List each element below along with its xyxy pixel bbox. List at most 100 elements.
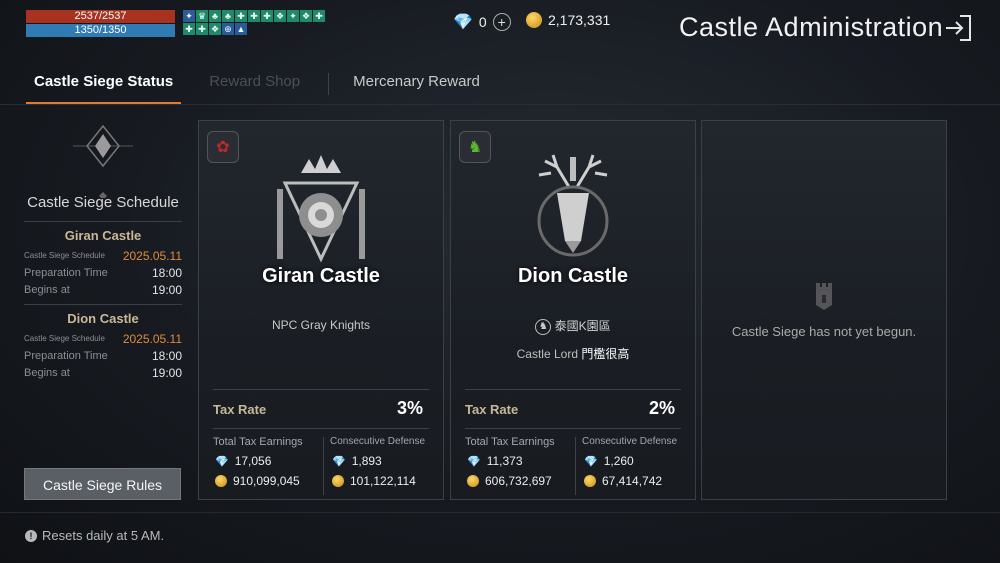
gold-coin-icon [584,475,596,487]
tab-mercenary-reward[interactable]: Mercenary Reward [345,64,488,104]
prep-time: 18:00 [151,348,182,363]
diamond-icon: 💎 [584,455,598,468]
gold-coin-icon [467,475,479,487]
buff-list[interactable]: ✦ ♛ ♣ ♣ ✚ ✚ ✚ ❖ ✦ ❖ ✚ ✚ ✚ ❖ ⊕ ▲ [183,10,326,35]
prep-row: Preparation Time 18:00 [20,347,186,364]
giran-crest-icon [277,155,365,263]
buff-icon[interactable]: ❖ [209,23,221,35]
tax-rate-label: Tax Rate [213,402,267,417]
buff-icon[interactable]: ♣ [209,10,221,22]
reset-notice: ! Resets daily at 5 AM. [25,528,164,543]
diamond-icon: 💎 [215,455,229,468]
prep-label: Preparation Time [24,349,108,362]
consecutive-defense-label: Consecutive Defense [330,436,426,447]
begins-time: 19:00 [151,282,182,297]
def-diamonds: 💎 1,893 [332,454,382,468]
prep-time: 18:00 [151,265,182,280]
siege-not-begun-text: Castle Siege has not yet begun. [731,324,917,339]
buff-icon[interactable]: ❖ [300,10,312,22]
def-gold: 67,414,742 [584,474,662,488]
divider [213,389,429,390]
page-title: Castle Administration [679,12,944,42]
earn-diamonds-value: 11,373 [486,454,523,468]
buff-icon[interactable]: ✚ [196,23,208,35]
hp-bar: 2537/2537 [26,10,175,23]
earn-gold-value: 606,732,697 [485,474,552,488]
stag-faction-icon: ♞ [459,131,491,163]
castle-siege-rules-button[interactable]: Castle Siege Rules [24,468,181,500]
castle-name: Giran Castle [262,265,380,287]
buff-icon[interactable]: ✚ [248,10,260,22]
divider [465,389,681,390]
tab-castle-siege-status[interactable]: Castle Siege Status [26,64,182,104]
divider [465,428,681,429]
def-gold-value: 67,414,742 [602,474,663,488]
castle-card-giran[interactable]: ✿ Giran Castle NPC Gray Knights Tax Rate… [198,120,444,500]
buff-icon[interactable]: ✦ [183,10,195,22]
tax-rate-value: 3% [396,398,423,418]
buff-icon[interactable]: ✚ [183,23,195,35]
def-diamonds: 💎 1,260 [584,454,634,468]
gold-coin-icon [332,475,344,487]
info-icon: ! [25,529,37,542]
buff-icon[interactable]: ♣ [222,10,234,22]
divider [323,437,324,495]
buff-icon[interactable]: ♛ [196,10,208,22]
dion-crest-icon [537,154,609,257]
def-gold: 101,122,114 [332,474,416,488]
gold-coin-icon [526,12,542,28]
schedule-date: 2025.05.11 [122,248,182,263]
exit-icon [946,15,971,41]
castle-lord-name: 門檻很高 [581,347,630,361]
buff-icon[interactable]: ✚ [313,10,325,22]
earn-diamonds: 💎 11,373 [467,454,523,468]
divider [24,221,182,222]
buff-icon[interactable]: ▲ [235,23,247,35]
buff-icon[interactable]: ✚ [235,10,247,22]
begins-time: 19:00 [151,365,182,380]
clan-row: ♞ 泰國K園區 [451,317,695,335]
earn-gold: 606,732,697 [467,474,552,488]
tax-rate-label: Tax Rate [465,402,519,417]
earn-gold: 910,099,045 [215,474,300,488]
siege-schedule-panel: Castle Siege Schedule Giran Castle Castl… [20,118,186,381]
earn-diamonds: 💎 17,056 [215,454,271,468]
earn-gold-value: 910,099,045 [233,474,300,488]
schedule-castle-name: Giran Castle [64,228,142,243]
exit-button[interactable] [942,12,974,44]
divider [213,428,429,429]
diamond-count: 0 [478,14,487,30]
buff-icon[interactable]: ❖ [274,10,286,22]
castle-card-dion[interactable]: ♞ Dion Castle ♞ 泰國K園區 Castle Lord 門檻很高 T… [450,120,696,500]
begins-row: Begins at 19:00 [20,364,186,381]
castle-lord-row: Castle Lord 門檻很高 [451,345,695,362]
tab-reward-shop[interactable]: Reward Shop [201,64,308,104]
schedule-label: Castle Siege Schedule [24,251,105,260]
total-tax-earnings-label: Total Tax Earnings [465,436,555,448]
player-status: 2537/2537 1350/1350 [26,10,175,38]
tab-separator [328,73,330,95]
buff-icon[interactable]: ✚ [261,10,273,22]
tab-bar: Castle Siege Status Reward Shop Mercenar… [26,64,488,104]
total-tax-earnings-label: Total Tax Earnings [213,436,303,448]
mp-bar: 1350/1350 [26,24,175,37]
footer-divider [0,512,1000,513]
diamond-icon: 💎 [332,455,346,468]
schedule-row: Castle Siege Schedule 2025.05.11 [20,330,186,347]
rose-faction-icon: ✿ [207,131,239,163]
diamond-icon: 💎 [467,455,481,468]
buff-icon[interactable]: ⊕ [222,23,234,35]
tax-rate-value: 2% [648,398,675,418]
divider [24,304,182,305]
castle-name: Dion Castle [517,265,629,287]
def-gold-value: 101,122,114 [350,474,416,488]
prep-label: Preparation Time [24,266,108,279]
siege-emblem-icon [73,124,133,198]
buff-icon[interactable]: ✦ [287,10,299,22]
prep-row: Preparation Time 18:00 [20,264,186,281]
def-diamonds-value: 1,260 [603,454,634,468]
schedule-date: 2025.05.11 [122,331,182,346]
add-diamonds-button[interactable]: + [492,13,511,31]
def-diamonds-value: 1,893 [351,454,382,468]
divider [575,437,576,495]
